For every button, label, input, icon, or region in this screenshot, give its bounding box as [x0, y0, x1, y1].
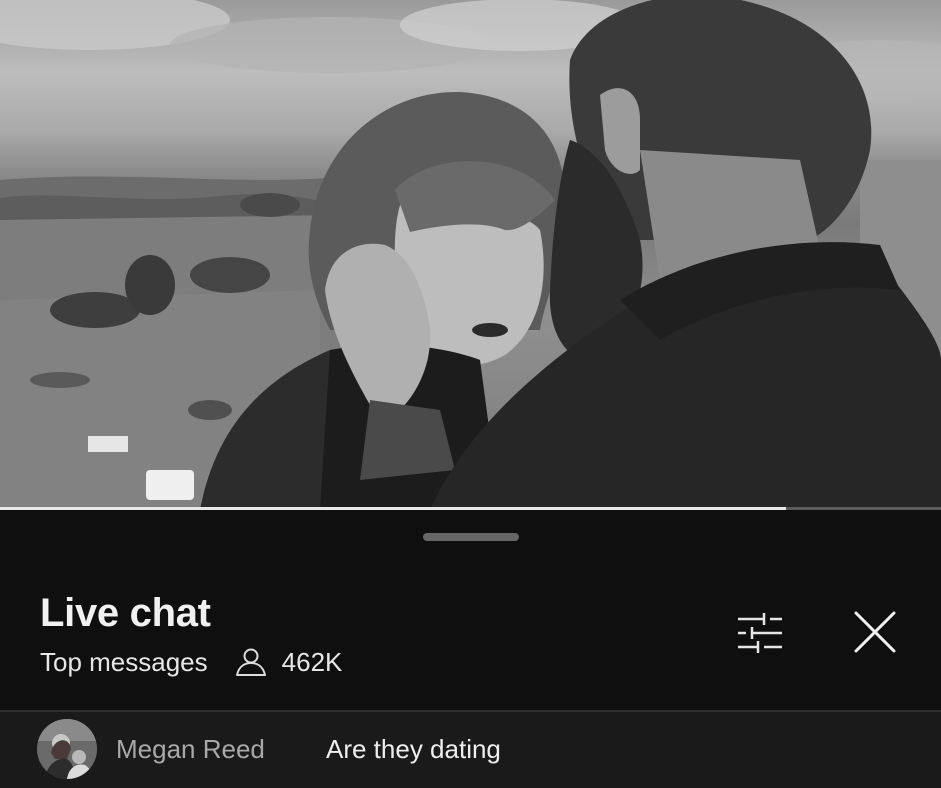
video-progress-fill [0, 507, 786, 510]
message-text: Are they dating [326, 734, 501, 764]
video-player[interactable] [0, 0, 941, 510]
message-author[interactable]: Megan Reed [116, 734, 265, 765]
live-chat-panel: Live chat Top messages 462K Megan Reed A… [0, 511, 941, 788]
video-progress-bar[interactable] [0, 507, 941, 510]
person-icon [234, 647, 268, 677]
video-frame [0, 0, 941, 510]
live-chat-title: Live chat [40, 591, 211, 635]
viewer-count: 462K [281, 646, 343, 677]
drag-handle[interactable] [423, 533, 519, 541]
chat-subtitle: Top messages 462K [40, 647, 342, 677]
avatar[interactable] [37, 719, 97, 779]
chat-mode-label[interactable]: Top messages [40, 647, 208, 678]
sliders-icon [738, 613, 782, 653]
chat-message[interactable]: Megan Reed Are they dating [0, 712, 941, 788]
close-icon [854, 611, 896, 653]
close-button[interactable] [848, 609, 900, 657]
filter-button[interactable] [734, 611, 786, 655]
